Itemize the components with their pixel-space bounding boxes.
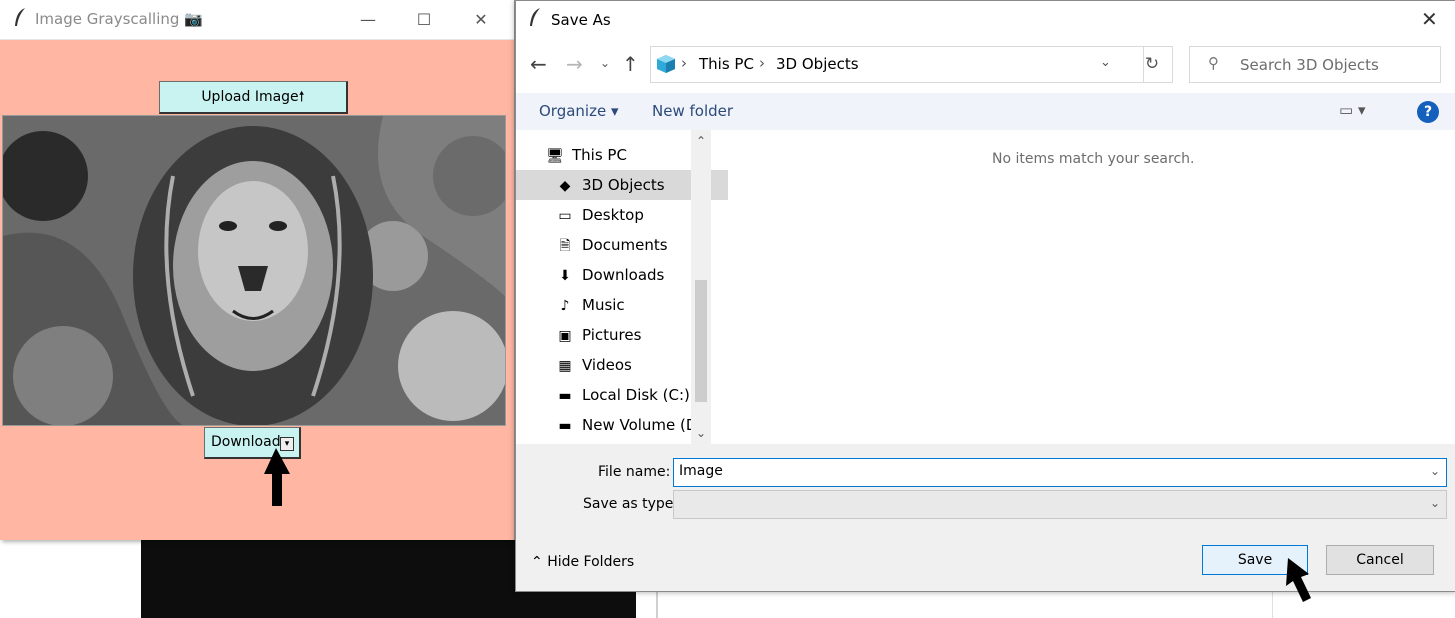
nav-item-label: Music: [582, 296, 625, 314]
pictures-icon: ▣: [558, 328, 572, 344]
grayscale-lion-image: [2, 115, 506, 426]
chevron-down-icon[interactable]: ⌄: [1430, 464, 1440, 478]
file-name-field[interactable]: Image ⌄: [673, 458, 1447, 487]
app-title: Image Grayscalling 📷: [35, 10, 203, 28]
nav-item-label: Desktop: [582, 206, 644, 224]
cancel-button[interactable]: Cancel: [1326, 545, 1434, 575]
search-icon: ⚲: [1208, 54, 1219, 72]
arrow-cursor-icon: [1286, 558, 1311, 602]
view-options-icon[interactable]: ▭ ▾: [1339, 101, 1365, 119]
drive-icon: ▬: [558, 418, 572, 434]
scroll-thumb[interactable]: [695, 280, 707, 402]
nav-item-label: 3D Objects: [582, 176, 665, 194]
empty-folder-message: No items match your search.: [992, 151, 1195, 167]
forward-arrow-icon[interactable]: →: [566, 52, 583, 76]
chevron-down-icon[interactable]: ⌄: [1430, 496, 1440, 510]
music-icon: ♪: [560, 298, 570, 314]
hide-folders-label: Hide Folders: [547, 554, 635, 570]
breadcrumb-separator-icon: ›: [681, 54, 687, 72]
navigation-pane: 🖥 This PC ◆ 3D Objects ▭ Desktop 🗎 Documents ⬇ Do…: [516, 130, 728, 444]
minimize-button[interactable]: —: [345, 0, 391, 39]
breadcrumb-this-pc[interactable]: This PC: [699, 55, 754, 73]
save-as-dialog: Save As ✕ ← → ⌄ ↑ › This PC › 3D Objects…: [515, 0, 1455, 592]
upload-image-button[interactable]: Upload Image🠕: [159, 81, 348, 114]
hide-folders-button[interactable]: ⌃ Hide Folders: [531, 554, 634, 570]
videos-icon: ▦: [558, 358, 572, 374]
background-divider: [1272, 590, 1273, 618]
save-as-type-label: Save as type:: [583, 496, 679, 512]
app-window: Image Grayscalling 📷 — ☐ ✕ Upload Image🠕: [0, 0, 515, 540]
navigation-scrollbar[interactable]: ⌃ ⌄: [691, 130, 711, 444]
chevron-down-icon[interactable]: ⌄: [1100, 55, 1111, 70]
nav-item[interactable]: 🖥 This PC: [516, 140, 718, 170]
close-icon[interactable]: ✕: [1421, 7, 1438, 31]
nav-item-label: This PC: [572, 146, 627, 164]
file-name-label: File name:: [598, 464, 671, 480]
file-name-value: Image: [679, 463, 723, 479]
feather-icon: [528, 7, 542, 32]
downloads-icon: ⬇: [559, 268, 571, 284]
close-button[interactable]: ✕: [458, 0, 504, 39]
breadcrumb-3d-objects[interactable]: 3D Objects: [776, 55, 859, 73]
app-titlebar: Image Grayscalling 📷 — ☐ ✕: [0, 0, 514, 40]
nav-item-label: Pictures: [582, 326, 642, 344]
help-icon[interactable]: ?: [1417, 101, 1439, 123]
nav-item-label: Documents: [582, 236, 668, 254]
new-folder-button[interactable]: New folder: [652, 102, 733, 120]
nav-item-label: Local Disk (C:): [582, 386, 690, 404]
documents-icon: 🗎: [559, 238, 571, 254]
maximize-button[interactable]: ☐: [401, 0, 447, 39]
back-arrow-icon[interactable]: ←: [530, 52, 547, 76]
organize-button[interactable]: Organize ▾: [539, 102, 619, 120]
disk-icon: ▬: [558, 388, 572, 404]
scroll-up-icon[interactable]: ⌃: [696, 134, 706, 148]
nav-item-label: Videos: [582, 356, 632, 374]
background-divider: [656, 590, 658, 618]
arrow-cursor-icon: [264, 448, 290, 506]
save-as-type-select[interactable]: ⌄: [673, 490, 1447, 519]
cube-icon: [656, 54, 676, 78]
cube-icon: ◆: [559, 178, 571, 194]
computer-icon: 🖥: [546, 148, 564, 164]
breadcrumb-separator-icon: ›: [759, 54, 765, 72]
recent-locations-chevron-icon[interactable]: ⌄: [600, 56, 610, 70]
refresh-button[interactable]: ↻: [1132, 46, 1173, 83]
command-toolbar: Organize ▾ New folder ▭ ▾ ?: [516, 93, 1455, 130]
feather-icon: [13, 7, 27, 32]
scroll-down-icon[interactable]: ⌄: [696, 426, 706, 440]
nav-item-label: New Volume (D:): [582, 416, 709, 434]
search-placeholder: Search 3D Objects: [1240, 56, 1379, 74]
nav-item-label: Downloads: [582, 266, 665, 284]
dialog-title: Save As: [551, 11, 611, 29]
up-arrow-icon[interactable]: ↑: [622, 52, 639, 76]
address-bar[interactable]: › This PC › 3D Objects ⌄: [650, 46, 1144, 83]
desktop-icon: ▭: [558, 208, 572, 224]
search-input[interactable]: ⚲ Search 3D Objects: [1189, 46, 1441, 83]
